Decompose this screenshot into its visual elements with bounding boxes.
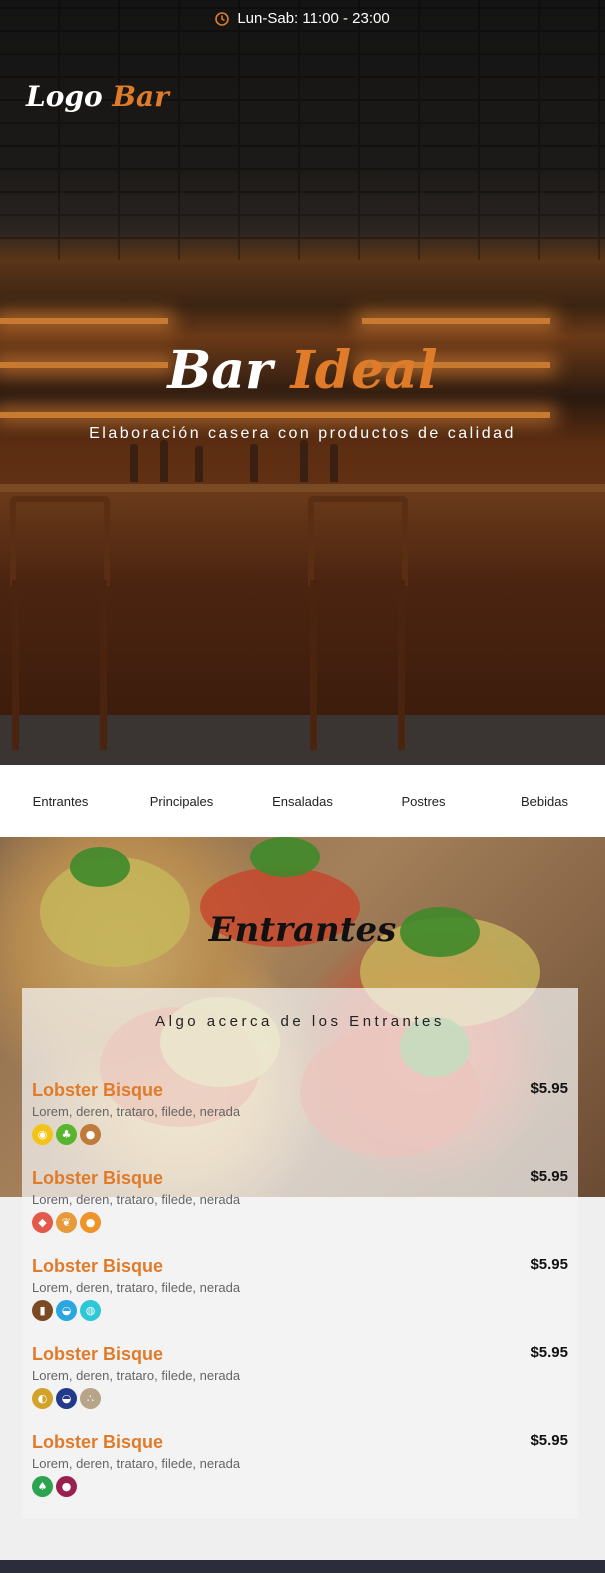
bar-stool [10, 496, 110, 586]
menu-item-price: $5.95 [530, 1344, 568, 1361]
menu-item: Lobster Bisque $5.95 Lorem, deren, trataro… [32, 1168, 568, 1248]
logo[interactable]: Logo Bar [26, 80, 169, 113]
allergen-list: ♠ ● [32, 1476, 77, 1497]
allergen-list: ◆ ❦ ● [32, 1212, 101, 1233]
menu-item-name: Lobster Bisque [32, 1432, 164, 1452]
menu-item-price: $5.95 [530, 1256, 568, 1273]
bottle [160, 440, 168, 482]
hero-title: Bar Ideal [0, 340, 605, 401]
shelf [0, 412, 550, 418]
menu-item-description: Lorem, deren, trataro, filede, nerada [32, 1104, 241, 1119]
egg-icon: ◉ [32, 1124, 53, 1145]
shelf [0, 318, 168, 324]
brick-wall-background [0, 0, 605, 260]
allergen-list: ◐ ◒ ∴ [32, 1388, 101, 1409]
clock-icon [215, 12, 230, 30]
tab-bebidas[interactable]: Bebidas [484, 794, 605, 809]
menu-item-name: Lobster Bisque [32, 1168, 164, 1188]
hero-subtitle: Elaboración casera con productos de cali… [89, 425, 516, 442]
allergen-list: ◉ ♣ ● [32, 1124, 101, 1145]
stool-leg [310, 580, 317, 750]
bottle [330, 444, 338, 482]
menu-item-price: $5.95 [530, 1168, 568, 1185]
menu-item-description: Lorem, deren, trataro, filede, nerada [32, 1368, 241, 1383]
menu-item: Lobster Bisque $5.95 Lorem, deren, trataro… [32, 1432, 568, 1512]
menu-item-price: $5.95 [530, 1432, 568, 1449]
menu-item-description: Lorem, deren, trataro, filede, nerada [32, 1192, 241, 1207]
menu-item-name: Lobster Bisque [32, 1256, 164, 1276]
logo-accent: Bar [112, 80, 169, 113]
section-subtitle: Algo acerca de los Entrantes [155, 1013, 445, 1030]
menu-item-name: Lobster Bisque [32, 1344, 164, 1364]
mustard-icon: ◐ [32, 1388, 53, 1409]
stool-leg [398, 580, 405, 750]
nuts-icon: ● [80, 1212, 101, 1233]
logo-main: Logo [26, 80, 103, 113]
opening-hours: Lun-Sab: 11:00 - 23:00 [0, 10, 605, 30]
tab-entrantes[interactable]: Entrantes [0, 794, 121, 809]
bottle [195, 446, 203, 482]
mollusc-icon: ◍ [80, 1300, 101, 1321]
menu-item-price: $5.95 [530, 1080, 568, 1097]
peanut-icon: ● [80, 1124, 101, 1145]
menu-item-name: Lobster Bisque [32, 1080, 164, 1100]
soy-icon: ♠ [32, 1476, 53, 1497]
bar-stool [308, 496, 408, 586]
category-nav: Entrantes Principales Ensaladas Postres … [0, 765, 605, 837]
hero-section: Lun-Sab: 11:00 - 23:00 Logo Bar Bar Idea… [0, 0, 605, 765]
opening-hours-text: Lun-Sab: 11:00 - 23:00 [237, 10, 390, 27]
gluten-icon: ❦ [56, 1212, 77, 1233]
tab-postres[interactable]: Postres [363, 794, 484, 809]
floor [0, 715, 605, 765]
celery-icon: ♣ [56, 1124, 77, 1145]
allergen-list: ▮ ◒ ◍ [32, 1300, 101, 1321]
tab-principales[interactable]: Principales [121, 794, 242, 809]
menu-item-description: Lorem, deren, trataro, filede, nerada [32, 1456, 241, 1471]
bottle [250, 444, 258, 482]
menu-item: Lobster Bisque $5.95 Lorem, deren, trataro… [32, 1080, 568, 1160]
menu-item: Lobster Bisque $5.95 Lorem, deren, trataro… [32, 1344, 568, 1424]
fish-icon: ◒ [56, 1388, 77, 1409]
milk-icon: ▮ [32, 1300, 53, 1321]
bottle [300, 440, 308, 482]
menu-item-description: Lorem, deren, trataro, filede, nerada [32, 1280, 241, 1295]
bottle [130, 444, 138, 482]
crustacean-icon: ◆ [32, 1212, 53, 1233]
shelf [362, 318, 550, 324]
footer-strip [0, 1560, 605, 1573]
hero-title-main: Bar [167, 340, 273, 401]
stool-leg [12, 580, 19, 750]
sesame-icon: ∴ [80, 1388, 101, 1409]
tab-ensaladas[interactable]: Ensaladas [242, 794, 363, 809]
hero-title-accent: Ideal [290, 340, 438, 401]
menu-item: Lobster Bisque $5.95 Lorem, deren, trataro… [32, 1256, 568, 1336]
stool-leg [100, 580, 107, 750]
sulphite-icon: ● [56, 1476, 77, 1497]
section-title: Entrantes [208, 910, 397, 950]
fish-icon: ◒ [56, 1300, 77, 1321]
